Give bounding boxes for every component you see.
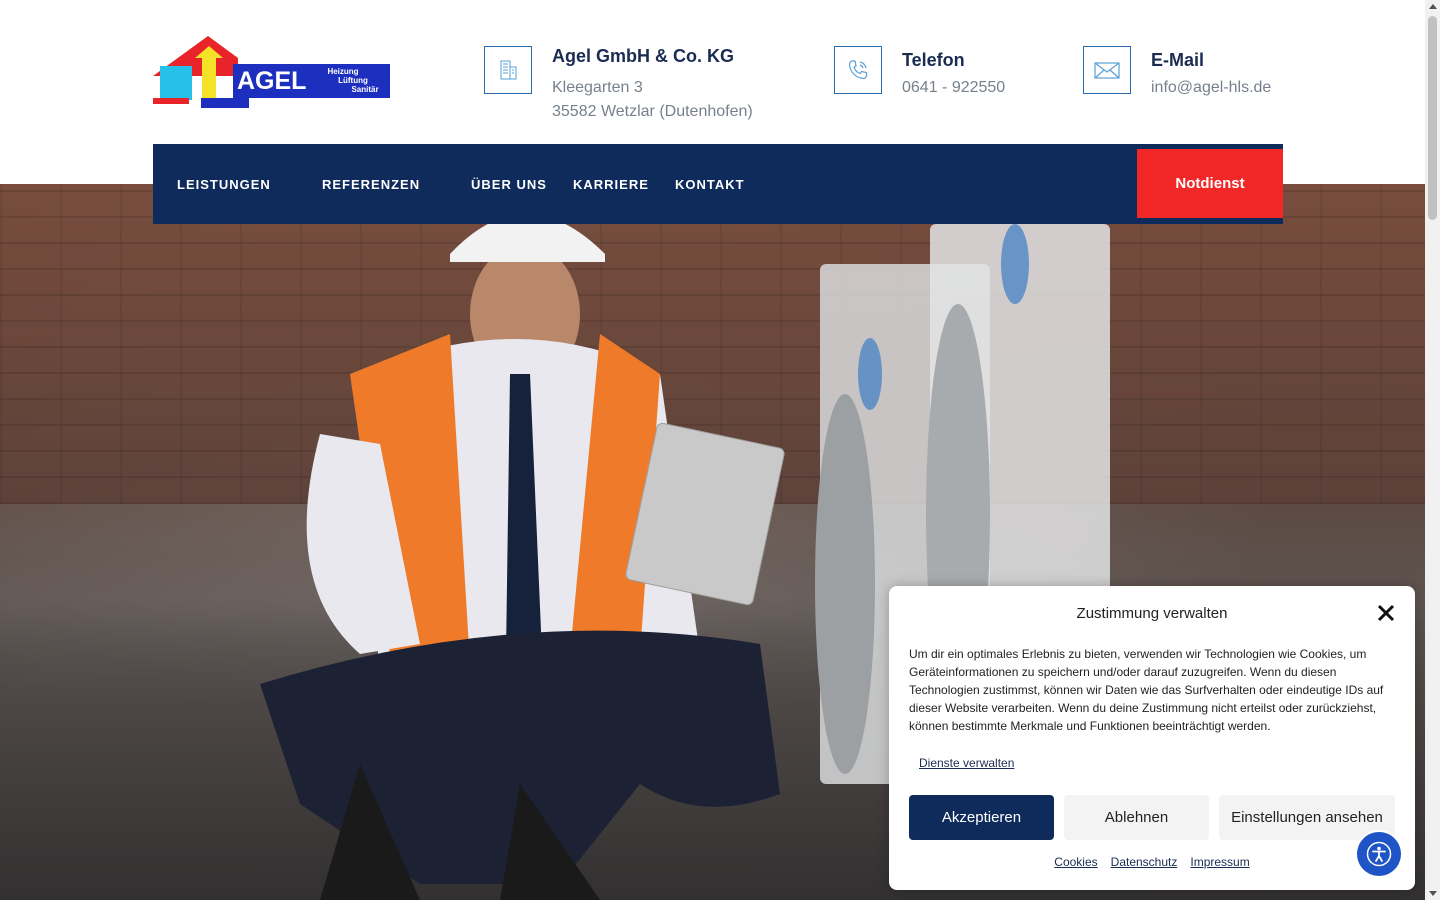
accept-button[interactable]: Akzeptieren: [909, 795, 1054, 840]
privacy-link[interactable]: Datenschutz: [1111, 855, 1178, 869]
email-address[interactable]: info@agel-hls.de: [1151, 76, 1271, 100]
logo-text: AGEL: [237, 67, 306, 95]
cookie-dialog-title: Zustimmung verwalten: [1076, 605, 1228, 622]
accessibility-icon: [1366, 841, 1392, 867]
email-label: E-Mail: [1151, 50, 1205, 70]
logo-tag-sanitary: Sanitär: [351, 85, 378, 94]
nav-item-referenzen[interactable]: REFERENZEN: [322, 177, 420, 192]
notdienst-button[interactable]: Notdienst: [1137, 149, 1283, 218]
accessibility-button[interactable]: [1357, 832, 1401, 876]
email-info: E-Mail info@agel-hls.de: [1083, 46, 1271, 100]
nav-item-ueber-uns[interactable]: ÜBER UNS: [471, 177, 547, 192]
phone-label: Telefon: [902, 50, 965, 70]
cookies-link[interactable]: Cookies: [1054, 855, 1097, 869]
company-name: Agel GmbH & Co. KG: [552, 46, 735, 66]
nav-item-leistungen[interactable]: LEISTUNGEN: [177, 177, 271, 192]
cookie-consent-dialog: Zustimmung verwalten Um dir ein optimale…: [889, 586, 1415, 890]
company-street: Kleegarten 3: [552, 79, 643, 96]
cookie-description: Um dir ein optimales Erlebnis zu bieten,…: [909, 647, 1384, 733]
envelope-icon: [1083, 46, 1131, 94]
phone-info: Telefon 0641 - 922550: [834, 46, 1005, 100]
company-info: Agel GmbH & Co. KG Kleegarten 3 35582 We…: [484, 46, 753, 124]
nav-item-karriere[interactable]: KARRIERE: [573, 177, 649, 192]
cookie-footer-links: Cookies Datenschutz Impressum: [889, 855, 1415, 869]
page-scrollbar[interactable]: [1425, 0, 1440, 900]
imprint-link[interactable]: Impressum: [1190, 855, 1249, 869]
scroll-up-arrow-icon[interactable]: [1429, 4, 1437, 9]
phone-icon: [834, 46, 882, 94]
deny-button[interactable]: Ablehnen: [1064, 795, 1209, 840]
scroll-down-arrow-icon[interactable]: [1429, 891, 1437, 896]
building-icon: [484, 46, 532, 94]
main-navigation: LEISTUNGEN REFERENZEN ÜBER UNS KARRIERE …: [153, 144, 1283, 224]
agel-logo[interactable]: AGEL Heizung Lüftung Sanitär: [153, 36, 391, 110]
logo-tag-heating: Heizung: [327, 67, 358, 76]
phone-number[interactable]: 0641 - 922550: [902, 76, 1005, 100]
logo-tag-ventilation: Lüftung: [338, 76, 368, 85]
nav-item-kontakt[interactable]: KONTAKT: [675, 177, 745, 192]
company-city: 35582 Wetzlar (Dutenhofen): [552, 103, 753, 120]
manage-services-link[interactable]: Dienste verwalten: [919, 756, 1014, 770]
scrollbar-thumb[interactable]: [1428, 16, 1437, 220]
close-icon[interactable]: [1375, 602, 1397, 624]
